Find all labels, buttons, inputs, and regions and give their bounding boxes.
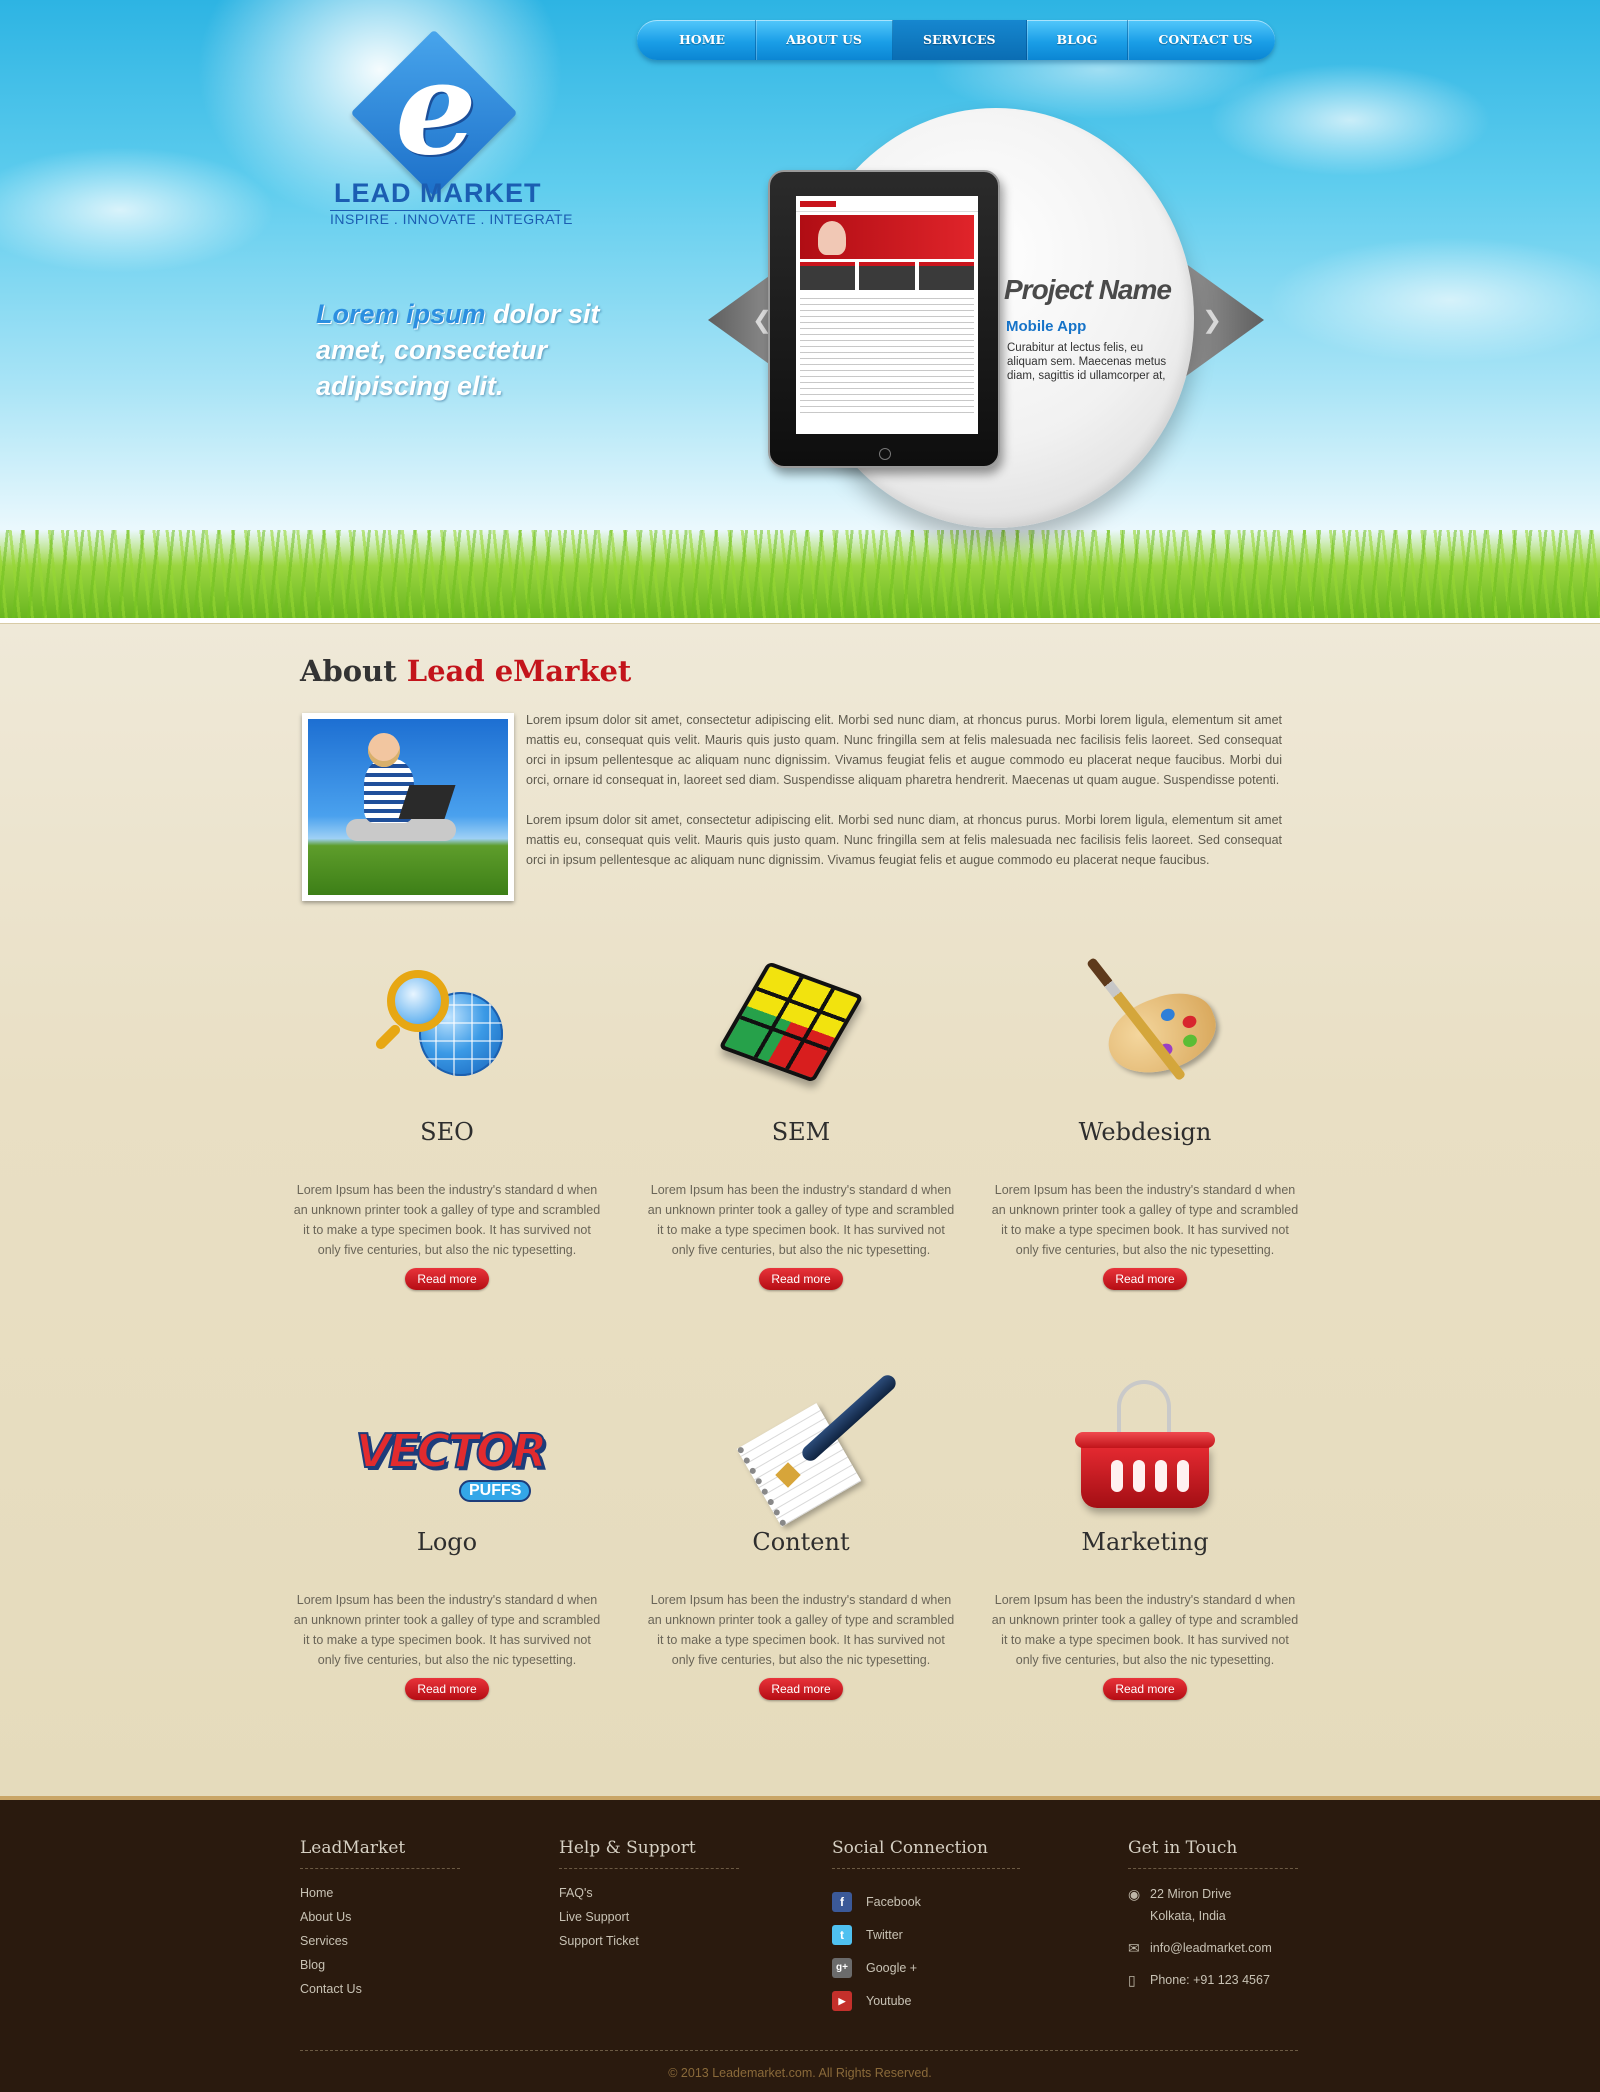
hero-headline: Lorem ipsum dolor sit amet, consectetur … (316, 296, 646, 404)
shopping-basket-icon (1065, 1370, 1225, 1520)
service-description: Lorem Ipsum has been the industry's stan… (293, 1183, 601, 1257)
service-card-content: Content Lorem Ipsum has been the industr… (642, 1370, 960, 1700)
service-description: Lorem Ipsum has been the industry's stan… (991, 1593, 1299, 1667)
tablet-screen (796, 196, 978, 434)
read-more-button[interactable]: Read more (759, 1268, 843, 1290)
facebook-icon: f (832, 1891, 852, 1912)
grass-decoration (0, 530, 1600, 620)
social-link-youtube[interactable]: ▶ Youtube (832, 1984, 1020, 2017)
footer-heading: Help & Support (559, 1838, 739, 1869)
location-pin-icon: ◉ (1128, 1886, 1141, 1902)
read-more-button[interactable]: Read more (1103, 1268, 1187, 1290)
service-card-logo: VECTOR PUFFS Logo Lorem Ipsum has been t… (288, 1370, 606, 1700)
vector-puffs-logo-icon: VECTOR PUFFS (355, 1370, 548, 1520)
service-title: SEM (771, 1118, 831, 1146)
social-label: Google + (866, 1960, 918, 1975)
service-card-marketing: Marketing Lorem Ipsum has been the indus… (986, 1370, 1304, 1700)
about-title-prefix: About (300, 654, 397, 688)
service-description: Lorem Ipsum has been the industry's stan… (991, 1183, 1299, 1257)
phone-icon: ▯ (1128, 1972, 1136, 1988)
about-photo (302, 713, 514, 901)
social-label: Facebook (866, 1894, 921, 1909)
twitter-icon: t (832, 1924, 852, 1945)
service-title: SEO (420, 1118, 474, 1146)
footer-link-faqs[interactable]: FAQ's (559, 1881, 739, 1905)
read-more-button[interactable]: Read more (759, 1678, 843, 1700)
footer-heading: LeadMarket (300, 1838, 460, 1869)
about-paragraph: Lorem ipsum dolor sit amet, consectetur … (526, 813, 1282, 867)
service-card-sem: SEM Lorem Ipsum has been the industry's … (642, 960, 960, 1290)
service-title: Marketing (1081, 1528, 1209, 1556)
footer-link-blog[interactable]: Blog (300, 1953, 460, 1977)
nav-home[interactable]: HOME (649, 20, 757, 60)
address-line-2: Kolkata, India (1150, 1909, 1226, 1923)
nav-about-us[interactable]: ABOUT US (756, 20, 893, 60)
footer-heading: Get in Touch (1128, 1838, 1298, 1869)
rubiks-cube-icon (718, 960, 881, 1110)
seo-globe-icon (367, 960, 527, 1110)
social-link-twitter[interactable]: t Twitter (832, 1918, 1020, 1951)
social-label: Twitter (866, 1927, 903, 1942)
logo-name: LEAD MARKET (334, 178, 542, 208)
hero-highlight: Lorem ipsum (316, 299, 486, 329)
footer-link-support-ticket[interactable]: Support Ticket (559, 1929, 739, 1953)
footer-col-help: Help & Support FAQ's Live Support Suppor… (559, 1838, 739, 1953)
about-heading: About Lead eMarket (300, 654, 631, 688)
logo-tagline: INSPIRE . INNOVATE . INTEGRATE (330, 210, 573, 227)
service-title: Logo (416, 1528, 478, 1556)
social-label: Youtube (866, 1993, 912, 2008)
service-card-webdesign: Webdesign Lorem Ipsum has been the indus… (986, 956, 1304, 1290)
about-text: Lorem ipsum dolor sit amet, consectetur … (526, 710, 1282, 890)
footer-link-services[interactable]: Services (300, 1929, 460, 1953)
service-title: Webdesign (1078, 1118, 1212, 1146)
youtube-icon: ▶ (832, 1990, 852, 2011)
footer-col-social: Social Connection f Facebook t Twitter g… (832, 1838, 1020, 2017)
tablet-home-button (879, 448, 891, 460)
service-title: Content (752, 1528, 850, 1556)
footer-heading: Social Connection (832, 1838, 1020, 1869)
site-footer (0, 1796, 1600, 2092)
tablet-mockup-image (768, 170, 1000, 468)
logo-letter: e (395, 34, 477, 184)
copyright-text: © 2013 Leademarket.com. All Rights Reser… (668, 2066, 932, 2080)
notebook-pen-icon (721, 1370, 899, 1527)
read-more-button[interactable]: Read more (405, 1268, 489, 1290)
nav-services[interactable]: SERVICES (892, 20, 1027, 60)
main-navigation: HOME ABOUT US SERVICES BLOG CONTACT US (637, 20, 1275, 60)
footer-link-home[interactable]: Home (300, 1881, 460, 1905)
about-title-brand: Lead eMarket (406, 654, 632, 688)
site-logo[interactable]: e LEAD MARKET INSPIRE . INNOVATE . INTEG… (328, 29, 573, 232)
contact-phone: ▯ Phone: +91 123 4567 (1128, 1969, 1298, 1991)
nav-contact-us[interactable]: CONTACT US (1128, 20, 1282, 60)
chevron-right-icon: ❯ (1202, 307, 1223, 334)
footer-col-leadmarket: LeadMarket Home About Us Services Blog C… (300, 1838, 460, 2001)
social-link-facebook[interactable]: f Facebook (832, 1885, 1020, 1918)
nav-blog[interactable]: BLOG (1027, 20, 1129, 60)
footer-link-live-support[interactable]: Live Support (559, 1905, 739, 1929)
project-subtitle[interactable]: Mobile App (1006, 318, 1086, 335)
read-more-button[interactable]: Read more (1103, 1678, 1187, 1700)
footer-link-contact-us[interactable]: Contact Us (300, 1977, 460, 2001)
envelope-icon: ✉ (1128, 1940, 1140, 1956)
footer-col-contact: Get in Touch ◉ 22 Miron Drive Kolkata, In… (1128, 1838, 1298, 1991)
contact-address: ◉ 22 Miron Drive Kolkata, India (1128, 1883, 1298, 1927)
service-description: Lorem Ipsum has been the industry's stan… (647, 1183, 955, 1257)
about-paragraph: Lorem ipsum dolor sit amet, consectetur … (526, 713, 1282, 787)
project-description: Curabitur at lectus felis, eu aliquam se… (1007, 342, 1167, 382)
contact-email[interactable]: ✉ info@leadmarket.com (1128, 1937, 1298, 1959)
read-more-button[interactable]: Read more (405, 1678, 489, 1700)
footer-link-about-us[interactable]: About Us (300, 1905, 460, 1929)
social-link-google-plus[interactable]: g+ Google + (832, 1951, 1020, 1984)
paint-palette-icon (1065, 956, 1226, 1110)
google-plus-icon: g+ (832, 1957, 852, 1978)
service-description: Lorem Ipsum has been the industry's stan… (293, 1593, 601, 1667)
service-description: Lorem Ipsum has been the industry's stan… (647, 1593, 955, 1667)
service-card-seo: SEO Lorem Ipsum has been the industry's … (288, 960, 606, 1290)
address-line-1: 22 Miron Drive (1150, 1887, 1232, 1901)
project-title: Project Name (1004, 274, 1172, 305)
footer-divider (300, 2050, 1298, 2051)
